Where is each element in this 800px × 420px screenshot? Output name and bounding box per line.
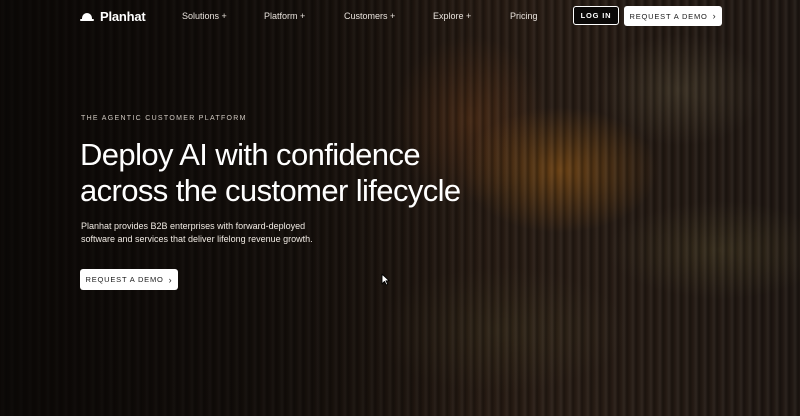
page-bottom-edge <box>0 416 800 420</box>
brand-logo[interactable]: Planhat <box>80 9 146 24</box>
hero-headline-line1: Deploy AI with confidence <box>80 137 421 172</box>
request-demo-nav-button[interactable]: REQUEST A DEMO › <box>624 6 722 26</box>
chevron-right-icon: › <box>712 11 717 21</box>
nav-item-pricing[interactable]: Pricing <box>510 11 538 21</box>
brand-name: Planhat <box>100 9 146 24</box>
nav-item-solutions[interactable]: Solutions + <box>182 11 227 21</box>
nav-item-explore[interactable]: Explore + <box>433 11 471 21</box>
planhat-hat-icon <box>80 12 94 21</box>
hero-headline-line2: across the customer lifecycle <box>80 173 461 208</box>
login-button-label: LOG IN <box>580 11 612 20</box>
login-button[interactable]: LOG IN <box>573 6 619 25</box>
request-demo-nav-label: REQUEST A DEMO <box>629 11 708 21</box>
request-demo-hero-button[interactable]: REQUEST A DEMO › <box>80 269 178 290</box>
hero-eyebrow: THE AGENTIC CUSTOMER PLATFORM <box>81 115 247 122</box>
top-navigation: Planhat Solutions + Platform + Customers… <box>0 0 800 34</box>
mouse-pointer-icon <box>381 273 390 286</box>
hero-headline: Deploy AI with confidence across the cus… <box>80 137 540 209</box>
request-demo-hero-label: REQUEST A DEMO <box>85 275 164 284</box>
chevron-right-icon: › <box>168 274 173 285</box>
nav-item-customers[interactable]: Customers + <box>344 11 395 21</box>
nav-item-platform[interactable]: Platform + <box>264 11 305 21</box>
hero-subtext: Planhat provides B2B enterprises with fo… <box>81 221 313 244</box>
